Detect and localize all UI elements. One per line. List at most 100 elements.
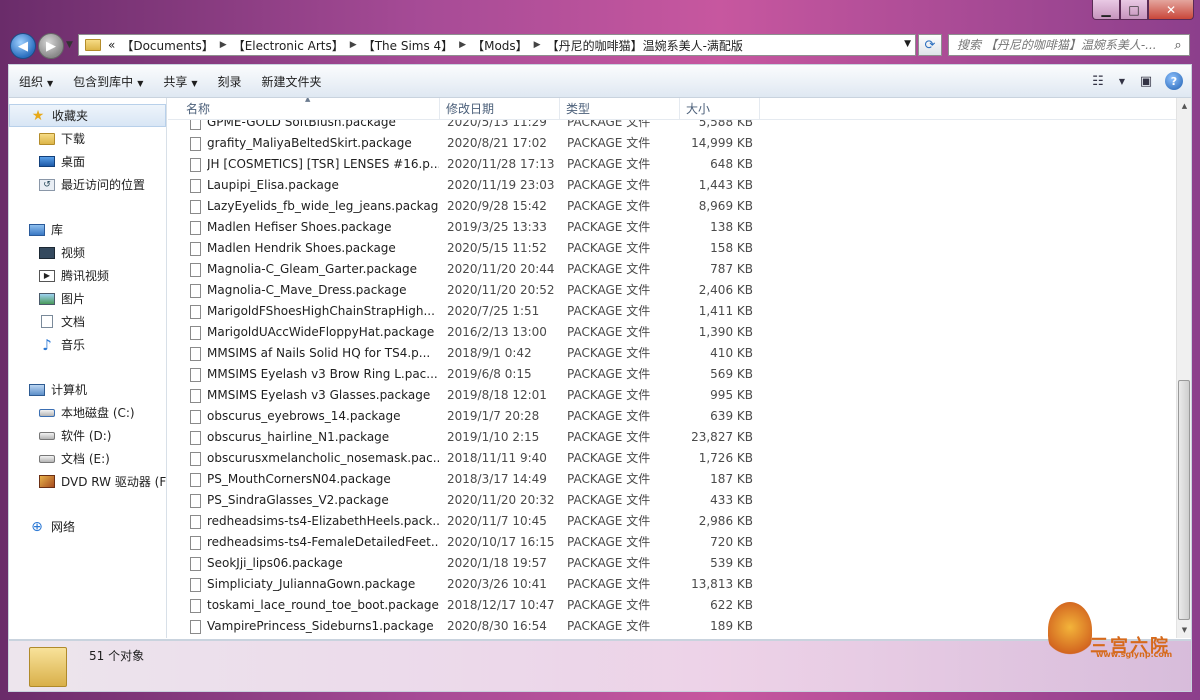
file-date: 2020/11/19 23:03 <box>447 178 555 192</box>
column-name[interactable]: 名称 <box>180 98 440 120</box>
file-date: 2020/10/17 16:15 <box>447 535 555 549</box>
close-button[interactable]: ✕ <box>1148 0 1194 20</box>
burn-button[interactable]: 刻录 <box>208 73 252 90</box>
table-row[interactable]: MarigoldUAccWideFloppyHat.package 2016/2/… <box>168 322 1178 343</box>
table-row[interactable]: MMSIMS af Nails Solid HQ for TS4.p... 201… <box>168 343 1178 364</box>
column-size[interactable]: 大小 <box>680 98 760 120</box>
view-dropdown-icon[interactable]: ▼ <box>1117 71 1127 91</box>
breadcrumb-the-sims-4[interactable]: 【The Sims 4】 <box>360 37 456 54</box>
sidebar-item-tencent-video[interactable]: ▶ 腾讯视频 <box>9 264 166 287</box>
sidebar-item-label: 软件 (D:) <box>61 429 112 443</box>
new-folder-button[interactable]: 新建文件夹 <box>252 73 332 90</box>
minimize-button[interactable]: ▁ <box>1092 0 1120 20</box>
table-row[interactable]: PS_SindraGlasses_V2.package 2020/11/20 20… <box>168 490 1178 511</box>
table-row[interactable]: MarigoldFShoesHighChainStrapHigh... 2020/… <box>168 301 1178 322</box>
organize-menu[interactable]: 组织 ▼ <box>9 73 63 90</box>
breadcrumb-current-folder[interactable]: 【丹尼的咖啡猫】温婉系美人-满配版 <box>544 37 746 54</box>
back-button[interactable]: ◀ <box>10 33 36 59</box>
file-date: 2020/11/20 20:52 <box>447 283 555 297</box>
file-icon <box>190 221 201 235</box>
table-row[interactable]: Simpliciaty_JuliannaGown.package 2020/3/2… <box>168 574 1178 595</box>
table-row[interactable]: redheadsims-ts4-FemaleDetailedFeet... 202… <box>168 532 1178 553</box>
table-row[interactable]: MMSIMS Eyelash v3 Glasses.package 2019/8/… <box>168 385 1178 406</box>
table-row[interactable]: toskami_lace_round_toe_boot.package 2018/… <box>168 595 1178 616</box>
chevron-right-icon[interactable]: ▶ <box>217 40 230 50</box>
chevron-right-icon[interactable]: ▶ <box>531 40 544 50</box>
column-type[interactable]: 类型 <box>560 98 680 120</box>
forward-button[interactable]: ▶ <box>38 33 64 59</box>
watermark-url: www.sglynp.com <box>1096 650 1173 659</box>
sidebar-item-drive-e[interactable]: 文档 (E:) <box>9 447 166 470</box>
table-row[interactable]: obscurus_hairline_N1.package 2019/1/10 2:… <box>168 427 1178 448</box>
sidebar-item-music[interactable]: ♪ 音乐 <box>9 333 166 356</box>
table-row[interactable]: obscurus_eyebrows_14.package 2019/1/7 20:… <box>168 406 1178 427</box>
sidebar-item-drive-c[interactable]: 本地磁盘 (C:) <box>9 401 166 424</box>
vertical-scrollbar[interactable]: ▲ ▼ <box>1176 98 1191 638</box>
table-row[interactable]: Laupipi_Elisa.package 2020/11/19 23:03 PAC… <box>168 175 1178 196</box>
sidebar-item-documents[interactable]: 文档 <box>9 310 166 333</box>
scroll-up-icon[interactable]: ▲ <box>1177 98 1192 114</box>
sidebar-item-label: 本地磁盘 (C:) <box>61 406 135 420</box>
file-type: PACKAGE 文件 <box>567 577 651 591</box>
breadcrumb-electronic-arts[interactable]: 【Electronic Arts】 <box>230 37 347 54</box>
file-size: 189 KB <box>710 619 753 633</box>
help-icon[interactable]: ? <box>1165 72 1183 90</box>
scrollbar-thumb[interactable] <box>1178 380 1190 620</box>
share-menu[interactable]: 共享 ▼ <box>153 73 207 90</box>
search-icon[interactable]: ⌕ <box>1167 38 1189 53</box>
address-bar[interactable]: « 【Documents】 ▶ 【Electronic Arts】 ▶ 【The… <box>78 34 916 56</box>
breadcrumb-documents[interactable]: 【Documents】 <box>118 37 216 54</box>
sidebar-item-desktop[interactable]: 桌面 <box>9 150 166 173</box>
breadcrumb-mods[interactable]: 【Mods】 <box>469 37 531 54</box>
file-size: 187 KB <box>710 472 753 486</box>
table-row[interactable]: Madlen Hendrik Shoes.package 2020/5/15 11… <box>168 238 1178 259</box>
table-row[interactable]: LazyEyelids_fb_wide_leg_jeans.package 202… <box>168 196 1178 217</box>
dvd-drive-icon <box>39 475 55 488</box>
file-type: PACKAGE 文件 <box>567 535 651 549</box>
address-overflow[interactable]: « <box>105 38 118 52</box>
maximize-button[interactable]: □ <box>1120 0 1148 20</box>
refresh-button[interactable]: ⟳ <box>918 34 942 56</box>
sidebar-item-pictures[interactable]: 图片 <box>9 287 166 310</box>
preview-pane-icon[interactable]: ▣ <box>1135 71 1157 91</box>
table-row[interactable]: Madlen Hefiser Shoes.package 2019/3/25 13… <box>168 217 1178 238</box>
include-in-library-menu[interactable]: 包含到库中 ▼ <box>63 73 153 90</box>
table-row[interactable]: PS_MouthCornersN04.package 2018/3/17 14:4… <box>168 469 1178 490</box>
arrow-right-icon: ▶ <box>46 38 56 54</box>
table-row[interactable]: GPME-GOLD SoftBlush.package 2020/5/13 11:… <box>168 120 1178 133</box>
table-row[interactable]: redheadsims-ts4-ElizabethHeels.pack... 20… <box>168 511 1178 532</box>
address-dropdown-icon[interactable]: ▼ <box>904 39 911 49</box>
sidebar-item-downloads[interactable]: 下载 <box>9 127 166 150</box>
tencent-video-icon: ▶ <box>39 269 55 282</box>
chevron-down-icon: ▼ <box>47 78 54 88</box>
file-icon <box>190 305 201 319</box>
search-input[interactable] <box>957 38 1167 52</box>
table-row[interactable]: Magnolia-C_Gleam_Garter.package 2020/11/2… <box>168 259 1178 280</box>
refresh-icon: ⟳ <box>924 37 936 53</box>
recent-pages-dropdown[interactable]: ▼ <box>66 40 73 50</box>
chevron-right-icon[interactable]: ▶ <box>456 40 469 50</box>
sidebar-item-network[interactable]: ⊕ 网络 <box>9 515 166 538</box>
sidebar-item-computer[interactable]: 计算机 <box>9 378 166 401</box>
sidebar-item-drive-d[interactable]: 软件 (D:) <box>9 424 166 447</box>
scroll-down-icon[interactable]: ▼ <box>1177 622 1192 638</box>
chevron-right-icon[interactable]: ▶ <box>347 40 360 50</box>
file-type: PACKAGE 文件 <box>567 514 651 528</box>
view-options-icon[interactable]: ☷ <box>1087 71 1109 91</box>
sidebar-item-recent-places[interactable]: ↺ 最近访问的位置 <box>9 173 166 196</box>
table-row[interactable]: grafity_MaliyaBeltedSkirt.package 2020/8/… <box>168 133 1178 154</box>
table-row[interactable]: VampirePrincess_Sideburns1.package 2020/8… <box>168 616 1178 637</box>
table-row[interactable]: SeokJji_lips06.package 2020/1/18 19:57 PAC… <box>168 553 1178 574</box>
column-date-modified[interactable]: 修改日期 <box>440 98 560 120</box>
sidebar-item-libraries[interactable]: 库 <box>9 218 166 241</box>
file-type: PACKAGE 文件 <box>567 409 651 423</box>
file-icon <box>190 431 201 445</box>
search-box[interactable]: ⌕ <box>948 34 1190 56</box>
sidebar-item-favorites[interactable]: ★ 收藏夹 <box>9 104 166 127</box>
table-row[interactable]: obscurusxmelancholic_nosemask.pac... 2018… <box>168 448 1178 469</box>
sidebar-item-videos[interactable]: 视频 <box>9 241 166 264</box>
table-row[interactable]: Magnolia-C_Mave_Dress.package 2020/11/20 … <box>168 280 1178 301</box>
table-row[interactable]: JH [COSMETICS] [TSR] LENSES #16.p... 2020… <box>168 154 1178 175</box>
sidebar-item-dvd-drive[interactable]: DVD RW 驱动器 (F: <box>9 470 166 493</box>
table-row[interactable]: MMSIMS Eyelash v3 Brow Ring L.pac... 2019… <box>168 364 1178 385</box>
